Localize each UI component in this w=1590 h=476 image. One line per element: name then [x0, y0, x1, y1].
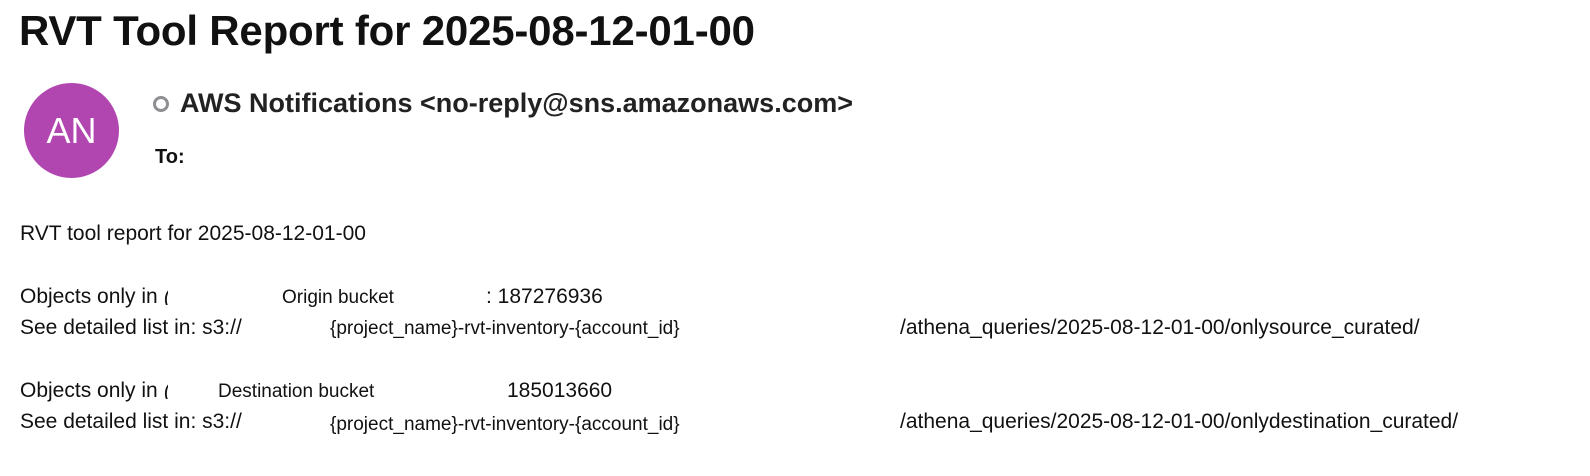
origin-object-count: : 187276936	[486, 285, 603, 308]
clipped-redaction-glyph: (	[164, 381, 168, 399]
sender-avatar[interactable]: AN	[24, 83, 119, 178]
origin-objects-prefix-text: Objects only in	[20, 285, 158, 308]
origin-s3-path[interactable]: /athena_queries/2025-08-12-01-00/onlysou…	[900, 316, 1420, 340]
email-subject: RVT Tool Report for 2025-08-12-01-00	[19, 7, 755, 54]
destination-objects-prefix: Objects only in (	[20, 379, 168, 403]
destination-bucket-name: {project_name}-rvt-inventory-{account_id…	[330, 414, 680, 435]
body-intro: RVT tool report for 2025-08-12-01-00	[20, 222, 366, 245]
presence-status-icon	[153, 96, 169, 112]
recipient-to-label: To:	[155, 146, 185, 168]
destination-objects-prefix-text: Objects only in	[20, 379, 158, 402]
destination-see-prefix: See detailed list in: s3://	[20, 410, 242, 433]
origin-see-prefix: See detailed list in: s3://	[20, 316, 242, 339]
destination-bucket-label: Destination bucket	[218, 381, 375, 402]
origin-bucket-label: Origin bucket	[282, 287, 394, 308]
clipped-redaction-glyph: (	[164, 287, 168, 305]
destination-object-count: 185013660	[507, 379, 613, 402]
sender-address[interactable]: AWS Notifications <no-reply@sns.amazonaw…	[180, 88, 853, 119]
origin-bucket-name: {project_name}-rvt-inventory-{account_id…	[330, 318, 680, 339]
origin-objects-prefix: Objects only in (	[20, 285, 168, 309]
destination-s3-path[interactable]: /athena_queries/2025-08-12-01-00/onlydes…	[900, 410, 1458, 434]
